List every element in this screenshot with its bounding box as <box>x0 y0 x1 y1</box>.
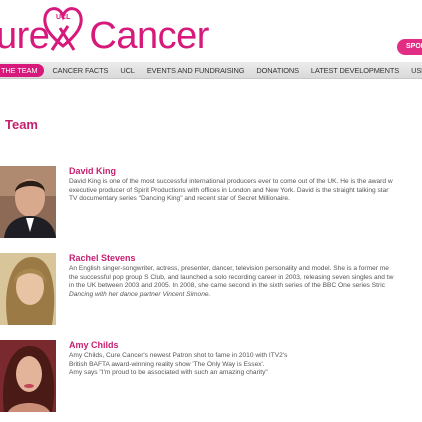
member-photo <box>0 166 56 238</box>
member-name[interactable]: David King <box>69 166 116 176</box>
page-title: Team <box>5 117 38 132</box>
bio-line: executive producer of Spirit Productions… <box>69 186 389 194</box>
member-bio: David King is one of the most successful… <box>69 178 422 204</box>
bio-line: British BAFTA award-winning reality show… <box>69 360 265 368</box>
bio-line: in the UK between 2003 and 2005. In 2008… <box>69 282 385 290</box>
bio-line: Amy Childs, Cure Cancer's newest Patron … <box>69 352 288 359</box>
site-header: ure Cancer UCL SPONSOR <box>0 0 422 62</box>
logo-word-left: ure <box>0 15 50 57</box>
nav-item-latest-developments[interactable]: LATEST DEVELOPMENTS <box>305 62 405 78</box>
member-bio: Amy Childs, Cure Cancer's newest Patron … <box>69 352 422 378</box>
nav-item-donations[interactable]: DONATIONS <box>250 62 305 78</box>
member-name[interactable]: Rachel Stevens <box>69 253 136 263</box>
nav-item-useful-links[interactable]: USEFUL LINKS <box>405 62 422 78</box>
bio-line: the successful pop group S Club, and lau… <box>69 273 394 281</box>
main-navigation: THE TEAM CANCER FACTS UCL EVENTS AND FUN… <box>0 62 422 79</box>
bio-line: TV documentary series "Dancing King" and… <box>69 195 290 203</box>
member-photo <box>0 253 56 325</box>
nav-item-ucl[interactable]: UCL <box>114 62 141 78</box>
member-name[interactable]: Amy Childs <box>69 340 119 350</box>
site-logo[interactable]: ure Cancer <box>0 17 209 55</box>
bio-line: Amy says "I'm proud to be associated wit… <box>69 369 268 377</box>
logo-ucl-badge: UCL <box>56 14 71 21</box>
bio-line: David King is one of the most successful… <box>69 178 393 185</box>
member-bio: An English singer-songwriter, actress, p… <box>69 265 422 299</box>
nav-item-events-and-fundraising[interactable]: EVENTS AND FUNDRAISING <box>141 62 251 78</box>
nav-item-the-team[interactable]: THE TEAM <box>0 63 45 77</box>
logo-word-right: Cancer <box>89 15 209 57</box>
sponsor-button[interactable]: SPONSOR <box>397 39 422 55</box>
nav-item-cancer-facts[interactable]: CANCER FACTS <box>46 62 114 78</box>
bio-line: An English singer-songwriter, actress, p… <box>69 265 389 272</box>
member-photo <box>0 340 56 412</box>
bio-line: Dancing with her dance partner Vincent S… <box>69 290 211 298</box>
